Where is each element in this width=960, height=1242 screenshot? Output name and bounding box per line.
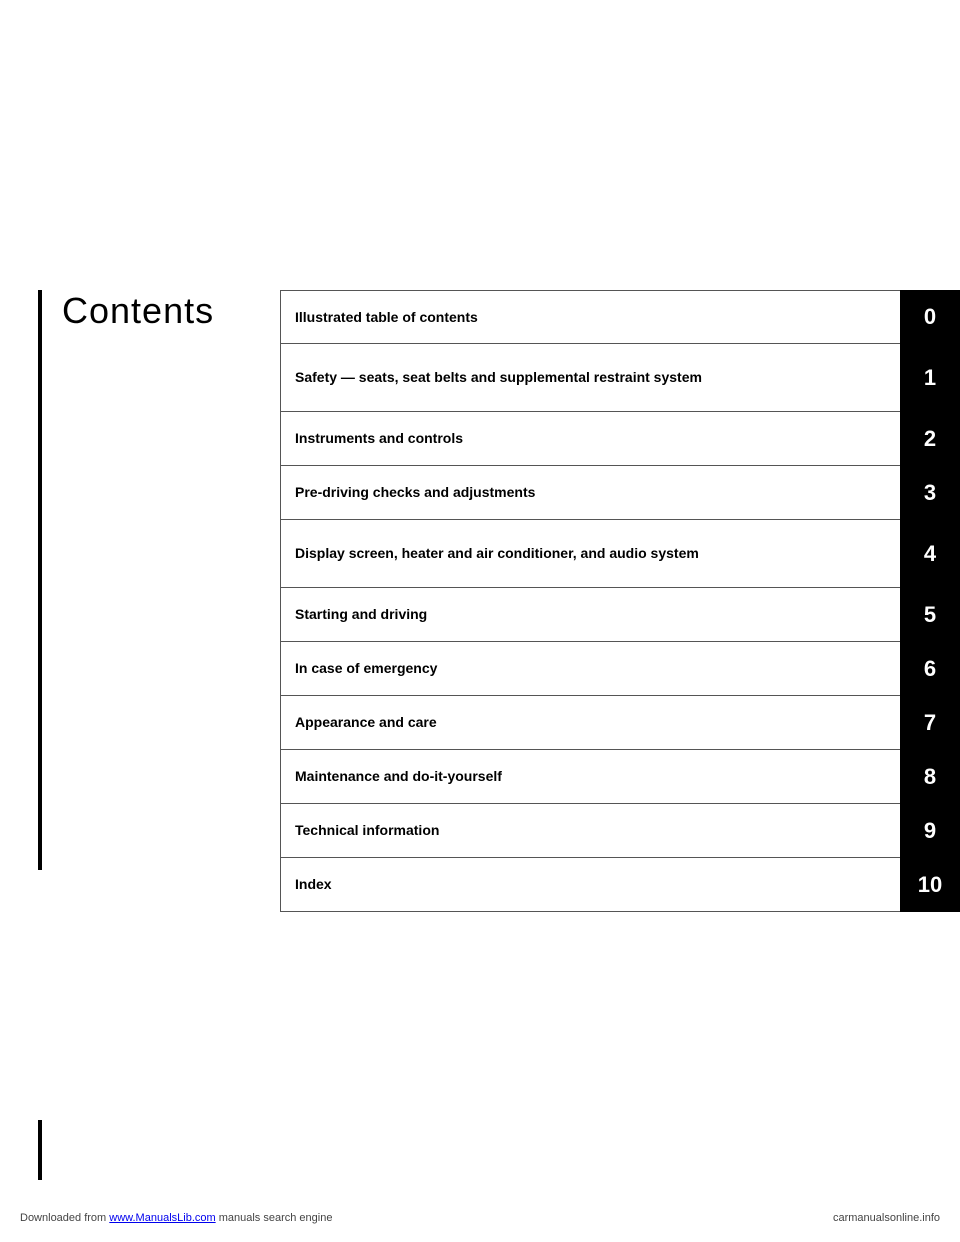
footer-link[interactable]: www.ManualsLib.com	[109, 1212, 215, 1224]
toc-number: 6	[900, 642, 960, 696]
toc-label: Safety — seats, seat belts and supplemen…	[280, 344, 900, 412]
footer-right: carmanualsonline.info	[833, 1212, 940, 1224]
toc-row[interactable]: Pre-driving checks and adjustments3	[280, 466, 960, 520]
toc-label: Index	[280, 858, 900, 912]
toc-row[interactable]: Appearance and care7	[280, 696, 960, 750]
toc-number: 8	[900, 750, 960, 804]
toc-label: Display screen, heater and air condition…	[280, 520, 900, 588]
toc-row[interactable]: Index10	[280, 858, 960, 912]
toc-number: 1	[900, 344, 960, 412]
toc-label: Illustrated table of contents	[280, 290, 900, 344]
footer-left-suffix: manuals search engine	[216, 1212, 333, 1224]
left-bar-bottom	[38, 1120, 42, 1180]
toc-label: Starting and driving	[280, 588, 900, 642]
toc-number: 10	[900, 858, 960, 912]
toc-label: Technical information	[280, 804, 900, 858]
page-title: Contents	[62, 290, 214, 332]
toc-label: Instruments and controls	[280, 412, 900, 466]
toc-number: 4	[900, 520, 960, 588]
toc-number: 7	[900, 696, 960, 750]
toc-number: 5	[900, 588, 960, 642]
toc-row[interactable]: Technical information9	[280, 804, 960, 858]
toc-row[interactable]: Instruments and controls2	[280, 412, 960, 466]
toc-row[interactable]: Starting and driving5	[280, 588, 960, 642]
toc-label: Maintenance and do-it-yourself	[280, 750, 900, 804]
toc-label: In case of emergency	[280, 642, 900, 696]
toc-number: 0	[900, 290, 960, 344]
toc-row[interactable]: Safety — seats, seat belts and supplemen…	[280, 344, 960, 412]
footer-left-prefix: Downloaded from	[20, 1212, 109, 1224]
footer-left: Downloaded from www.ManualsLib.com manua…	[20, 1212, 332, 1224]
footer: Downloaded from www.ManualsLib.com manua…	[0, 1212, 960, 1224]
toc-row[interactable]: Maintenance and do-it-yourself8	[280, 750, 960, 804]
toc-row[interactable]: Illustrated table of contents0	[280, 290, 960, 344]
toc-number: 3	[900, 466, 960, 520]
toc-number: 9	[900, 804, 960, 858]
toc-label: Appearance and care	[280, 696, 900, 750]
toc-container: Illustrated table of contents0Safety — s…	[280, 290, 960, 912]
toc-row[interactable]: In case of emergency6	[280, 642, 960, 696]
toc-label: Pre-driving checks and adjustments	[280, 466, 900, 520]
page-container: Contents Illustrated table of contents0S…	[0, 0, 960, 1242]
toc-number: 2	[900, 412, 960, 466]
left-bar-top	[38, 290, 42, 870]
toc-row[interactable]: Display screen, heater and air condition…	[280, 520, 960, 588]
